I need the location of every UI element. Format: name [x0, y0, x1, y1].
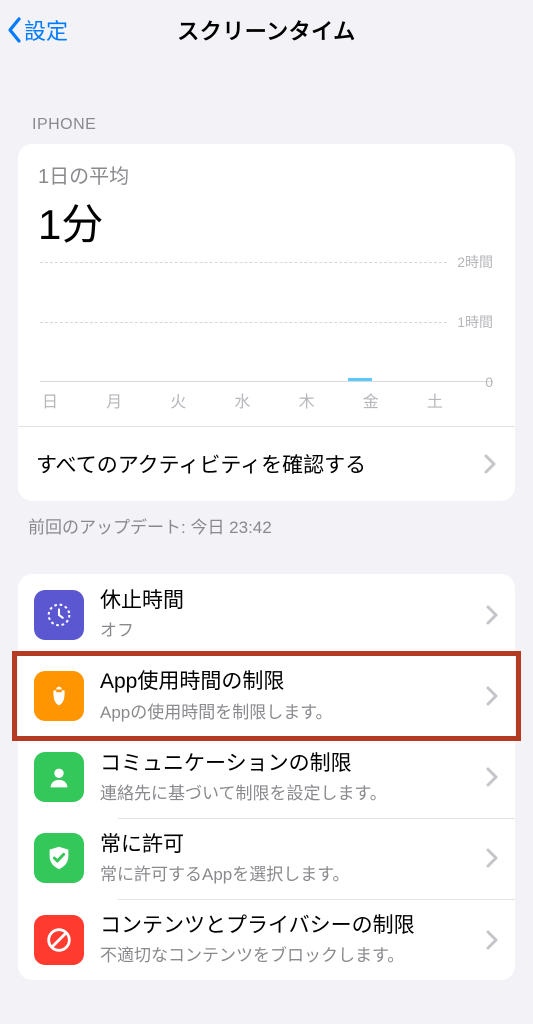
page-title: スクリーンタイム [177, 14, 355, 46]
chart-xtick: 日 [42, 388, 106, 412]
chart-xtick: 金 [363, 388, 427, 412]
person-icon [34, 752, 84, 802]
daily-average-value: 1分 [38, 191, 495, 252]
row-always-allowed[interactable]: 常に許可常に許可するAppを選択します。 [18, 818, 515, 899]
chart-xtick: 木 [299, 388, 363, 412]
see-all-activity[interactable]: すべてのアクティビティを確認する [18, 426, 515, 501]
row-app-limits[interactable]: App使用時間の制限 Appの使用時間を制限します。 [18, 655, 515, 736]
chevron-right-icon [485, 929, 499, 951]
usage-chart: 01時間2時間 日月火水木金土 [18, 256, 515, 426]
navbar: 設定 スクリーンタイム [0, 0, 533, 60]
row-subtitle: 常に許可するAppを選択します。 [100, 860, 485, 885]
row-subtitle: 不適切なコンテンツをブロックします。 [100, 941, 485, 966]
chevron-right-icon [483, 453, 497, 475]
hourglass-icon [34, 671, 84, 721]
back-button[interactable]: 設定 [6, 14, 68, 46]
usage-card: 1日の平均 1分 0 1時間 2時間 日月火水木金土 すべてのアクティビティを確認す… [18, 144, 515, 501]
chart-xtick: 土 [427, 388, 491, 412]
row-subtitle: Appの使用時間を制限します。 [100, 698, 485, 723]
row-subtitle: 連絡先に基づいて制限を設定します。 [100, 779, 485, 804]
section-header: IPHONE [0, 60, 533, 144]
chart-xtick: 火 [170, 388, 234, 412]
shield-check-icon [34, 833, 84, 883]
chevron-right-icon [485, 766, 499, 788]
back-label: 設定 [24, 14, 68, 46]
chart-xtick: 水 [234, 388, 298, 412]
chevron-right-icon [485, 685, 499, 707]
chevron-right-icon [485, 604, 499, 626]
chart-ytick: 2時間 [457, 252, 493, 272]
last-update: 前回のアップデート: 今日 23:42 [0, 501, 533, 538]
row-subtitle: オフ [100, 616, 485, 641]
settings-list: 休止時間オフApp使用時間の制限Appの使用時間を制限します。コミュニケーション… [18, 574, 515, 980]
chart-xtick: 月 [106, 388, 170, 412]
clock-dashed-icon [34, 590, 84, 640]
row-communication-limits[interactable]: コミュニケーションの制限連絡先に基づいて制限を設定します。 [18, 737, 515, 818]
see-all-activity-label: すべてのアクティビティを確認する [36, 449, 366, 479]
row-downtime[interactable]: 休止時間オフ [18, 574, 515, 655]
no-symbol-icon [34, 915, 84, 965]
chart-bar [348, 378, 372, 381]
chart-ytick: 1時間 [457, 312, 493, 332]
row-title: コミュニケーションの制限 [100, 751, 485, 777]
chevron-right-icon [485, 847, 499, 869]
row-title: 常に許可 [100, 832, 485, 858]
row-title: コンテンツとプライバシーの制限 [100, 913, 485, 939]
row-title: 休止時間 [100, 588, 485, 614]
chart-ytick: 0 [485, 374, 493, 390]
row-title: App使用時間の制限 [100, 669, 485, 695]
daily-average-label: 1日の平均 [38, 160, 495, 189]
row-content-privacy[interactable]: コンテンツとプライバシーの制限不適切なコンテンツをブロックします。 [18, 899, 515, 980]
chevron-left-icon [6, 16, 24, 44]
